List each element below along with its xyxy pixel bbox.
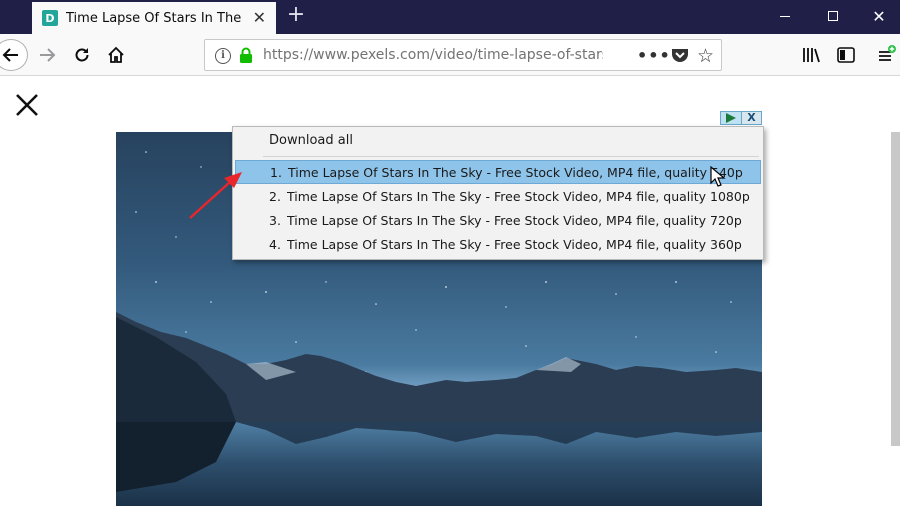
menu-item-label: Time Lapse Of Stars In The Sky - Free St… — [288, 165, 743, 180]
scrollbar[interactable] — [891, 132, 900, 446]
minimize-icon — [780, 15, 790, 17]
download-item-720p[interactable]: 3. Time Lapse Of Stars In The Sky - Free … — [235, 209, 761, 233]
ad-close-icon[interactable]: X — [742, 111, 762, 125]
download-item-360p[interactable]: 4. Time Lapse Of Stars In The Sky - Free … — [235, 233, 761, 257]
menu-item-number: 3. — [269, 213, 281, 228]
menu-item-number: 2. — [269, 189, 281, 204]
home-icon — [108, 46, 124, 63]
download-item-1080p[interactable]: 2. Time Lapse Of Stars In The Sky - Free … — [235, 185, 761, 209]
reload-button[interactable] — [66, 39, 98, 71]
ad-badge[interactable]: X — [720, 111, 762, 125]
sidebar-button[interactable] — [831, 39, 861, 71]
menu-item-label: Time Lapse Of Stars In The Sky - Free St… — [287, 237, 742, 252]
new-tab-button[interactable]: + — [284, 3, 308, 27]
tab-title: Time Lapse Of Stars In The Sky — [66, 10, 244, 26]
menu-item-label: Time Lapse Of Stars In The Sky - Free St… — [287, 213, 742, 228]
library-button[interactable] — [796, 39, 826, 71]
browser-window: D Time Lapse Of Stars In The Sky ✕ + ✕ i… — [0, 0, 900, 506]
title-bar: D Time Lapse Of Stars In The Sky ✕ + ✕ — [0, 0, 900, 34]
nav-bar: i https://www.pexels.com/video/time-laps… — [0, 34, 900, 76]
menu-item-label: Time Lapse Of Stars In The Sky - Free St… — [287, 189, 750, 204]
info-icon[interactable]: i — [215, 48, 231, 64]
back-arrow-icon — [2, 48, 18, 62]
home-button[interactable] — [100, 39, 132, 71]
sidebar-icon — [837, 47, 855, 63]
maximize-icon — [828, 11, 838, 21]
menu-button[interactable] — [872, 39, 900, 71]
ad-play-icon — [720, 111, 742, 125]
menu-separator — [263, 156, 759, 157]
lock-icon — [240, 47, 252, 63]
window-close-icon: ✕ — [872, 6, 886, 26]
menu-item-number: 4. — [269, 237, 281, 252]
url-text: https://www.pexels.com/video/time-lapse-… — [263, 47, 603, 63]
reload-icon — [75, 48, 89, 62]
download-menu: Download all 1. Time Lapse Of Stars In Th… — [232, 126, 764, 260]
minimize-button[interactable] — [762, 0, 808, 32]
menu-item-number: 1. — [270, 165, 282, 180]
more-icon[interactable]: ••• — [637, 46, 671, 65]
maximize-button[interactable] — [810, 0, 856, 32]
download-all-item[interactable]: Download all — [235, 129, 761, 153]
star-icon[interactable]: ☆ — [697, 45, 714, 67]
mouse-cursor-icon — [710, 166, 726, 187]
library-icon — [803, 48, 820, 63]
url-bar[interactable]: i https://www.pexels.com/video/time-laps… — [204, 39, 722, 71]
menu-icon — [879, 45, 896, 61]
close-overlay-icon[interactable] — [14, 92, 40, 118]
back-button[interactable] — [0, 39, 28, 71]
red-arrow-annotation — [189, 172, 242, 219]
window-close-button[interactable]: ✕ — [856, 0, 900, 32]
tab-favicon-icon: D — [42, 10, 58, 26]
tab-close-icon[interactable]: ✕ — [253, 9, 266, 27]
download-item-540p[interactable]: 1. Time Lapse Of Stars In The Sky - Free … — [235, 160, 761, 184]
forward-button[interactable] — [31, 39, 63, 71]
pocket-icon[interactable] — [671, 47, 689, 63]
tab-active[interactable]: D Time Lapse Of Stars In The Sky ✕ — [32, 2, 276, 34]
forward-arrow-icon — [40, 48, 56, 62]
